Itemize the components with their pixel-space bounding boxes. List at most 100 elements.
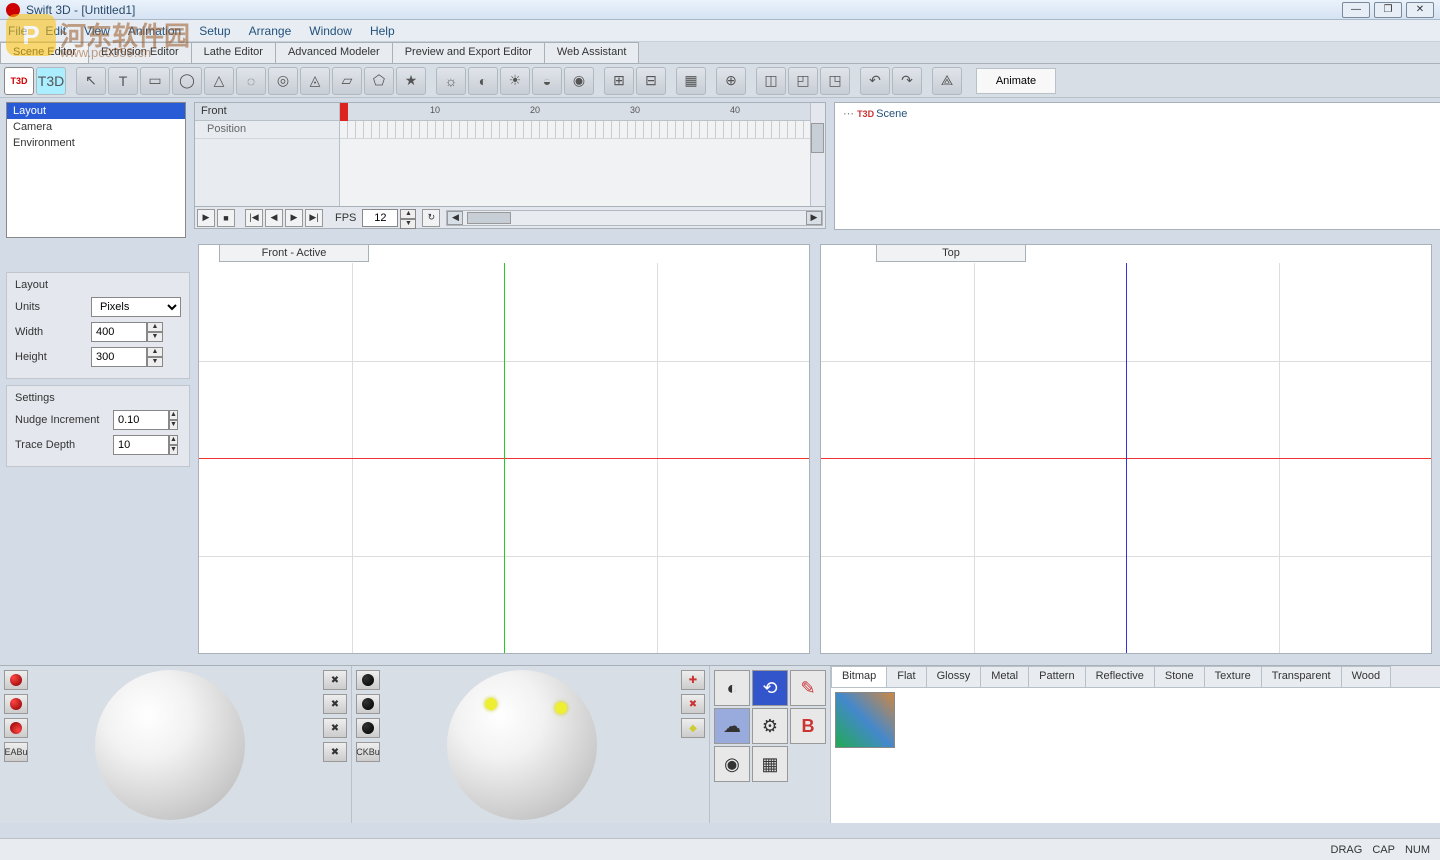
width-input[interactable] [91,322,147,342]
play-button[interactable]: ▶ [197,209,215,227]
tool-cone[interactable]: △ [204,67,234,95]
rot-lock-z[interactable]: ✖ [323,742,347,762]
animate-button[interactable]: Animate [976,68,1056,94]
timeline-playhead[interactable] [340,103,348,121]
nudge-input[interactable] [113,410,169,430]
tab-lathe-editor[interactable]: Lathe Editor [191,42,276,63]
menu-view[interactable]: View [84,24,110,38]
timeline-track-position[interactable]: Position [195,121,339,139]
light-handle-1[interactable] [485,698,497,710]
mat-chrome[interactable]: ◐ [714,670,750,706]
rot-label-ea[interactable]: EABu [4,742,28,762]
timeline-ruler[interactable]: 10 20 30 40 [340,103,825,121]
timeline-frames[interactable] [340,121,825,139]
mat-tab-texture[interactable]: Texture [1204,666,1262,687]
viewport-top-label[interactable]: Top [876,244,1026,262]
light-label-ck[interactable]: CKBu [356,742,380,762]
timeline-vscroll[interactable] [810,103,825,206]
tool-light-distant[interactable]: ☀ [500,67,530,95]
prop-layout[interactable]: Layout [7,103,185,119]
loop-button[interactable]: ↻ [422,209,440,227]
next-frame-button[interactable]: ▶ [285,209,303,227]
tool-light-spot[interactable]: ◐ [468,67,498,95]
viewport-front-label[interactable]: Front - Active [219,244,369,262]
rot-preset-1[interactable] [4,670,28,690]
fps-down[interactable]: ▼ [400,219,416,229]
tool-cylinder[interactable]: ◌ [236,67,266,95]
last-frame-button[interactable]: ▶| [305,209,323,227]
menu-file[interactable]: File [8,24,27,38]
timeline[interactable]: Front Position 10 20 30 40 [194,102,826,207]
menu-arrange[interactable]: Arrange [249,24,292,38]
tool-torus[interactable]: ◎ [268,67,298,95]
close-button[interactable]: ✕ [1406,2,1434,18]
tool-light-point[interactable]: ☼ [436,67,466,95]
tab-web-assistant[interactable]: Web Assistant [544,42,640,63]
width-up[interactable]: ▲ [147,322,163,332]
tool-text[interactable]: T [108,67,138,95]
mat-tab-glossy[interactable]: Glossy [926,666,982,687]
light-preset-3[interactable] [356,718,380,738]
tool-box[interactable]: ▭ [140,67,170,95]
mat-cloud[interactable]: ☁ [714,708,750,744]
fps-input[interactable] [362,209,398,227]
timeline-hscroll[interactable]: ◀ ▶ [446,210,823,226]
bitmap-swatch-earth[interactable] [835,692,895,748]
prev-frame-button[interactable]: ◀ [265,209,283,227]
menu-setup[interactable]: Setup [199,24,230,38]
mat-swirl[interactable]: ⟲ [752,670,788,706]
width-down[interactable]: ▼ [147,332,163,342]
light-preset-1[interactable] [356,670,380,690]
units-select[interactable]: Pixels [91,297,181,317]
mat-tab-bitmap[interactable]: Bitmap [831,666,887,687]
tool-view-front[interactable]: ◫ [756,67,786,95]
mat-ball[interactable]: ◉ [714,746,750,782]
menu-animation[interactable]: Animation [128,24,181,38]
tool-view-top[interactable]: ◰ [788,67,818,95]
trace-down[interactable]: ▼ [169,445,178,455]
tool-sphere[interactable]: ◯ [172,67,202,95]
tool-redo[interactable]: ↷ [892,67,922,95]
tab-preview-export[interactable]: Preview and Export Editor [392,42,545,63]
tool-t3d[interactable]: T3D [4,67,34,95]
mat-tab-transparent[interactable]: Transparent [1261,666,1342,687]
mat-tab-pattern[interactable]: Pattern [1028,666,1085,687]
tool-render[interactable]: ▦ [676,67,706,95]
nudge-up[interactable]: ▲ [169,410,178,420]
tab-advanced-modeler[interactable]: Advanced Modeler [275,42,393,63]
tool-ungroup[interactable]: ⊟ [636,67,666,95]
tool-light-area[interactable]: ◒ [532,67,562,95]
rot-preset-3[interactable] [4,718,28,738]
rot-lock-x[interactable]: ✖ [323,694,347,714]
mat-gear[interactable]: ⚙ [752,708,788,744]
menu-window[interactable]: Window [309,24,352,38]
mat-tab-flat[interactable]: Flat [886,666,926,687]
first-frame-button[interactable]: |◀ [245,209,263,227]
scroll-left[interactable]: ◀ [447,211,463,225]
rot-preset-2[interactable] [4,694,28,714]
light-remove[interactable]: ✖ [681,694,705,714]
rotation-trackball[interactable] [95,670,245,820]
light-trackball[interactable] [447,670,597,820]
nudge-down[interactable]: ▼ [169,420,178,430]
height-up[interactable]: ▲ [147,347,163,357]
scroll-right[interactable]: ▶ [806,211,822,225]
minimize-button[interactable]: — [1342,2,1370,18]
light-add[interactable]: ✚ [681,670,705,690]
tool-zoom[interactable]: ⊕ [716,67,746,95]
tool-select[interactable]: ↖ [76,67,106,95]
rot-reset[interactable]: ✖ [323,670,347,690]
fps-up[interactable]: ▲ [400,209,416,219]
tool-plane[interactable]: ▱ [332,67,362,95]
viewport-top[interactable]: Top [820,244,1432,654]
mat-tab-wood[interactable]: Wood [1341,666,1392,687]
scene-root[interactable]: ⋯ T3D Scene [843,107,1435,121]
light-preset-2[interactable] [356,694,380,714]
prop-camera[interactable]: Camera [7,119,185,135]
tool-undo[interactable]: ↶ [860,67,890,95]
height-input[interactable] [91,347,147,367]
tool-star[interactable]: ★ [396,67,426,95]
tool-polyhedron[interactable]: ⬠ [364,67,394,95]
trace-input[interactable] [113,435,169,455]
height-down[interactable]: ▼ [147,357,163,367]
